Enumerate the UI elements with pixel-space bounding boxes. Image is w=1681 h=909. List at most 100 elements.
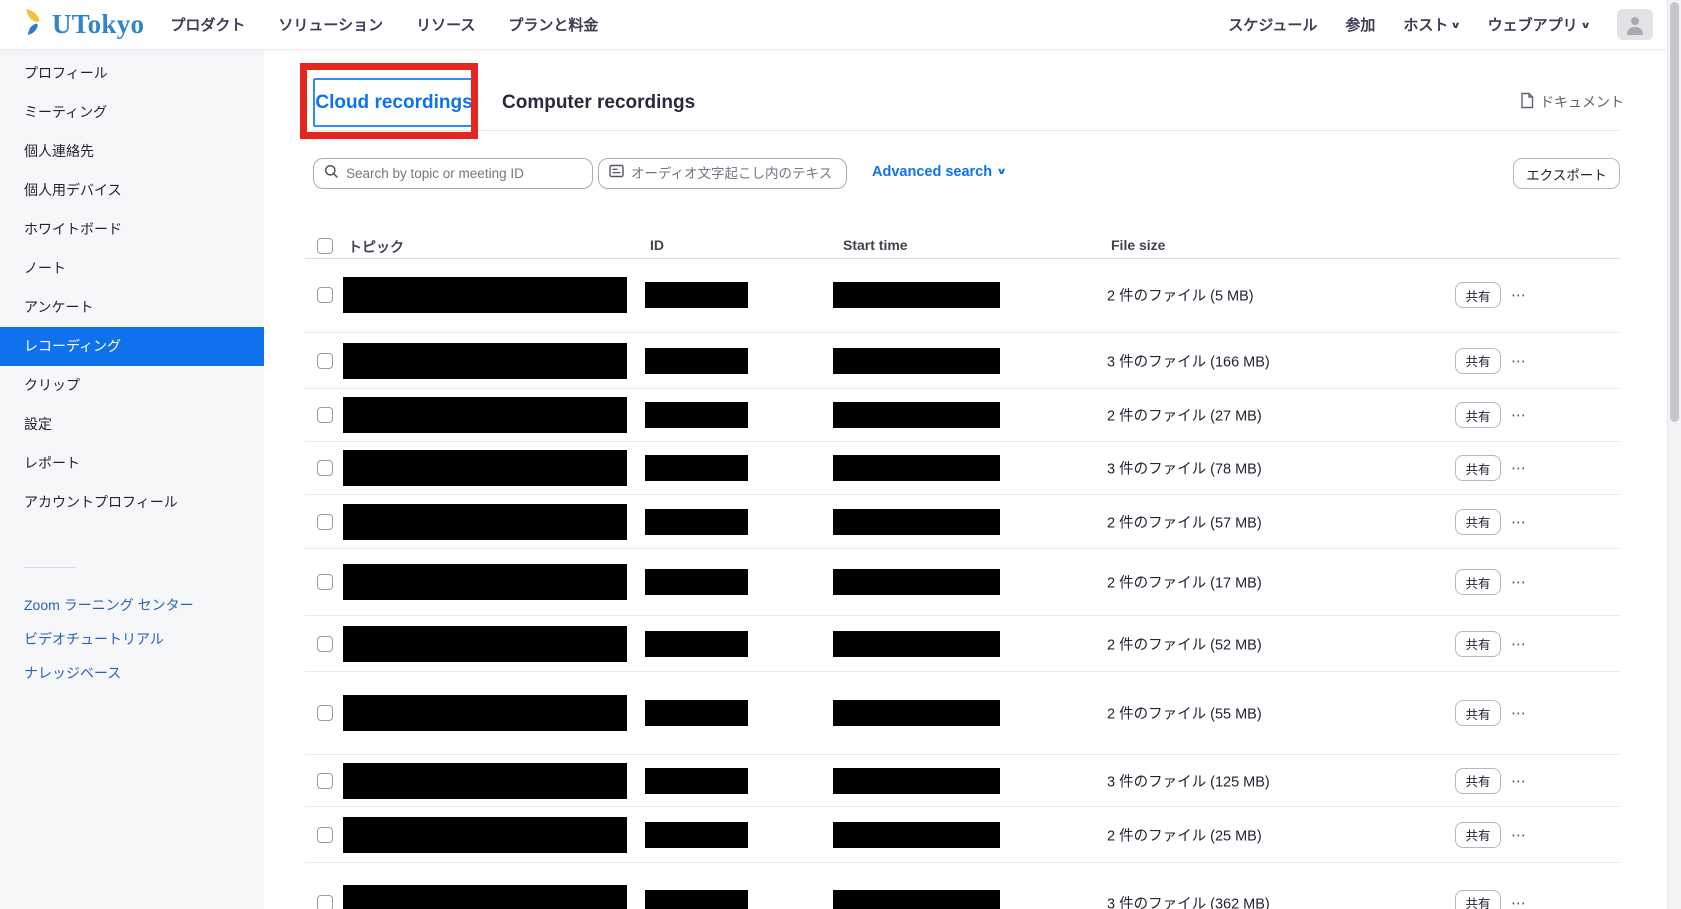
more-options-button[interactable]: ⋯ — [1511, 459, 1527, 477]
chevron-down-icon: ∨ — [996, 166, 1007, 177]
recording-table-row: 2 件のファイル (5 MB) 共有 ⋯ — [305, 258, 1620, 333]
row-checkbox[interactable] — [317, 514, 333, 530]
column-header-id: ID — [650, 237, 664, 253]
sidebar-item-reports[interactable]: レポート — [0, 444, 264, 483]
recording-table-row: 2 件のファイル (17 MB) 共有 ⋯ — [305, 549, 1620, 616]
nav-item-resources[interactable]: リソース — [416, 14, 475, 35]
nav-item-host[interactable]: ホスト∨ — [1403, 14, 1459, 35]
share-button[interactable]: 共有 — [1455, 455, 1501, 481]
more-options-button[interactable]: ⋯ — [1511, 573, 1527, 591]
more-options-button[interactable]: ⋯ — [1511, 406, 1527, 424]
sidebar-link-learning-center[interactable]: Zoom ラーニング センター — [0, 588, 264, 622]
share-button[interactable]: 共有 — [1455, 768, 1501, 794]
more-options-button[interactable]: ⋯ — [1511, 352, 1527, 370]
redacted-topic-bar — [343, 343, 627, 379]
more-options-button[interactable]: ⋯ — [1511, 513, 1527, 531]
sidebar-item-personal-devices[interactable]: 個人用デバイス — [0, 171, 264, 210]
export-button[interactable]: エクスポート — [1513, 158, 1620, 189]
nav-item-join[interactable]: 参加 — [1345, 14, 1375, 35]
sidebar-item-profile[interactable]: プロフィール — [0, 54, 264, 93]
advanced-search-toggle[interactable]: Advanced search∨ — [872, 164, 1005, 180]
page-scrollbar[interactable] — [1667, 0, 1681, 909]
nav-item-schedule[interactable]: スケジュール — [1228, 14, 1317, 35]
logo-text: UTokyo — [52, 9, 144, 40]
share-button[interactable]: 共有 — [1455, 631, 1501, 657]
redacted-meeting-id-bar — [645, 455, 748, 481]
search-icon — [324, 164, 339, 184]
sidebar-item-notes[interactable]: ノート — [0, 249, 264, 288]
share-button[interactable]: 共有 — [1455, 402, 1501, 428]
recording-table-row: 3 件のファイル (166 MB) 共有 ⋯ — [305, 333, 1620, 389]
more-options-button[interactable]: ⋯ — [1511, 826, 1527, 844]
row-checkbox[interactable] — [317, 574, 333, 590]
redacted-topic-bar — [343, 564, 627, 600]
redacted-topic-bar — [343, 504, 627, 540]
row-checkbox[interactable] — [317, 827, 333, 843]
row-checkbox[interactable] — [317, 287, 333, 303]
share-button[interactable]: 共有 — [1455, 700, 1501, 726]
nav-item-products[interactable]: プロダクト — [170, 14, 245, 35]
redacted-start-time-bar — [833, 631, 1000, 657]
documentation-link[interactable]: ドキュメント — [1520, 92, 1624, 112]
row-checkbox[interactable] — [317, 705, 333, 721]
nav-item-web-app[interactable]: ウェブアプリ∨ — [1488, 14, 1589, 35]
sidebar-item-meetings[interactable]: ミーティング — [0, 93, 264, 132]
user-avatar[interactable] — [1617, 9, 1653, 40]
row-checkbox[interactable] — [317, 353, 333, 369]
redacted-topic-bar — [343, 695, 627, 731]
file-size-text: 3 件のファイル (362 MB) — [1107, 892, 1270, 909]
tab-computer-recordings[interactable]: Computer recordings — [502, 92, 695, 114]
utokyo-logo[interactable]: UTokyo — [24, 7, 144, 42]
sidebar-item-whiteboard[interactable]: ホワイトボード — [0, 210, 264, 249]
redacted-meeting-id-bar — [645, 282, 748, 308]
redacted-start-time-bar — [833, 509, 1000, 535]
redacted-meeting-id-bar — [645, 402, 748, 428]
recording-table-row: 2 件のファイル (55 MB) 共有 ⋯ — [305, 672, 1620, 755]
more-options-button[interactable]: ⋯ — [1511, 772, 1527, 790]
redacted-meeting-id-bar — [645, 822, 748, 848]
chevron-down-icon: ∨ — [1451, 20, 1462, 31]
nav-item-plans-pricing[interactable]: プランと料金 — [508, 14, 598, 35]
sidebar-item-surveys[interactable]: アンケート — [0, 288, 264, 327]
column-header-topic: トピック — [348, 237, 404, 257]
sidebar-item-settings[interactable]: 設定 — [0, 405, 264, 444]
more-options-button[interactable]: ⋯ — [1511, 635, 1527, 653]
redacted-start-time-bar — [833, 890, 1000, 909]
row-checkbox[interactable] — [317, 407, 333, 423]
share-button[interactable]: 共有 — [1455, 569, 1501, 595]
scrollbar-thumb[interactable] — [1670, 2, 1679, 422]
sidebar-item-recordings[interactable]: レコーディング — [0, 327, 264, 366]
sidebar-item-clips[interactable]: クリップ — [0, 366, 264, 405]
sidebar-item-account-profile[interactable]: アカウントプロフィール — [0, 483, 264, 522]
redacted-topic-bar — [343, 397, 627, 433]
row-checkbox[interactable] — [317, 895, 333, 909]
row-checkbox[interactable] — [317, 636, 333, 652]
nav-item-solutions[interactable]: ソリューション — [278, 14, 383, 35]
file-size-text: 2 件のファイル (17 MB) — [1107, 572, 1262, 593]
share-button[interactable]: 共有 — [1455, 348, 1501, 374]
sidebar-item-personal-contacts[interactable]: 個人連絡先 — [0, 132, 264, 171]
share-button[interactable]: 共有 — [1455, 509, 1501, 535]
sidebar-divider — [24, 567, 76, 568]
chevron-down-icon: ∨ — [1580, 20, 1591, 31]
sidebar-link-knowledge-base[interactable]: ナレッジベース — [0, 656, 264, 690]
share-button[interactable]: 共有 — [1455, 890, 1501, 909]
row-checkbox[interactable] — [317, 773, 333, 789]
table-header-row: トピック ID Start time File size — [264, 236, 1624, 258]
more-options-button[interactable]: ⋯ — [1511, 286, 1527, 304]
share-button[interactable]: 共有 — [1455, 282, 1501, 308]
audio-transcript-icon — [609, 164, 624, 183]
redacted-topic-bar — [343, 885, 627, 909]
more-options-button[interactable]: ⋯ — [1511, 704, 1527, 722]
ginkgo-leaf-icon — [24, 7, 49, 42]
topic-search-input[interactable] — [346, 166, 582, 181]
row-checkbox[interactable] — [317, 460, 333, 476]
share-button[interactable]: 共有 — [1455, 822, 1501, 848]
more-options-button[interactable]: ⋯ — [1511, 894, 1527, 909]
sidebar-link-video-tutorials[interactable]: ビデオチュートリアル — [0, 622, 264, 656]
tab-cloud-recordings[interactable]: Cloud recordings — [313, 78, 475, 127]
transcript-search-input[interactable] — [631, 166, 836, 181]
person-silhouette-icon — [1624, 13, 1646, 40]
select-all-checkbox[interactable] — [317, 238, 333, 254]
redacted-start-time-bar — [833, 402, 1000, 428]
